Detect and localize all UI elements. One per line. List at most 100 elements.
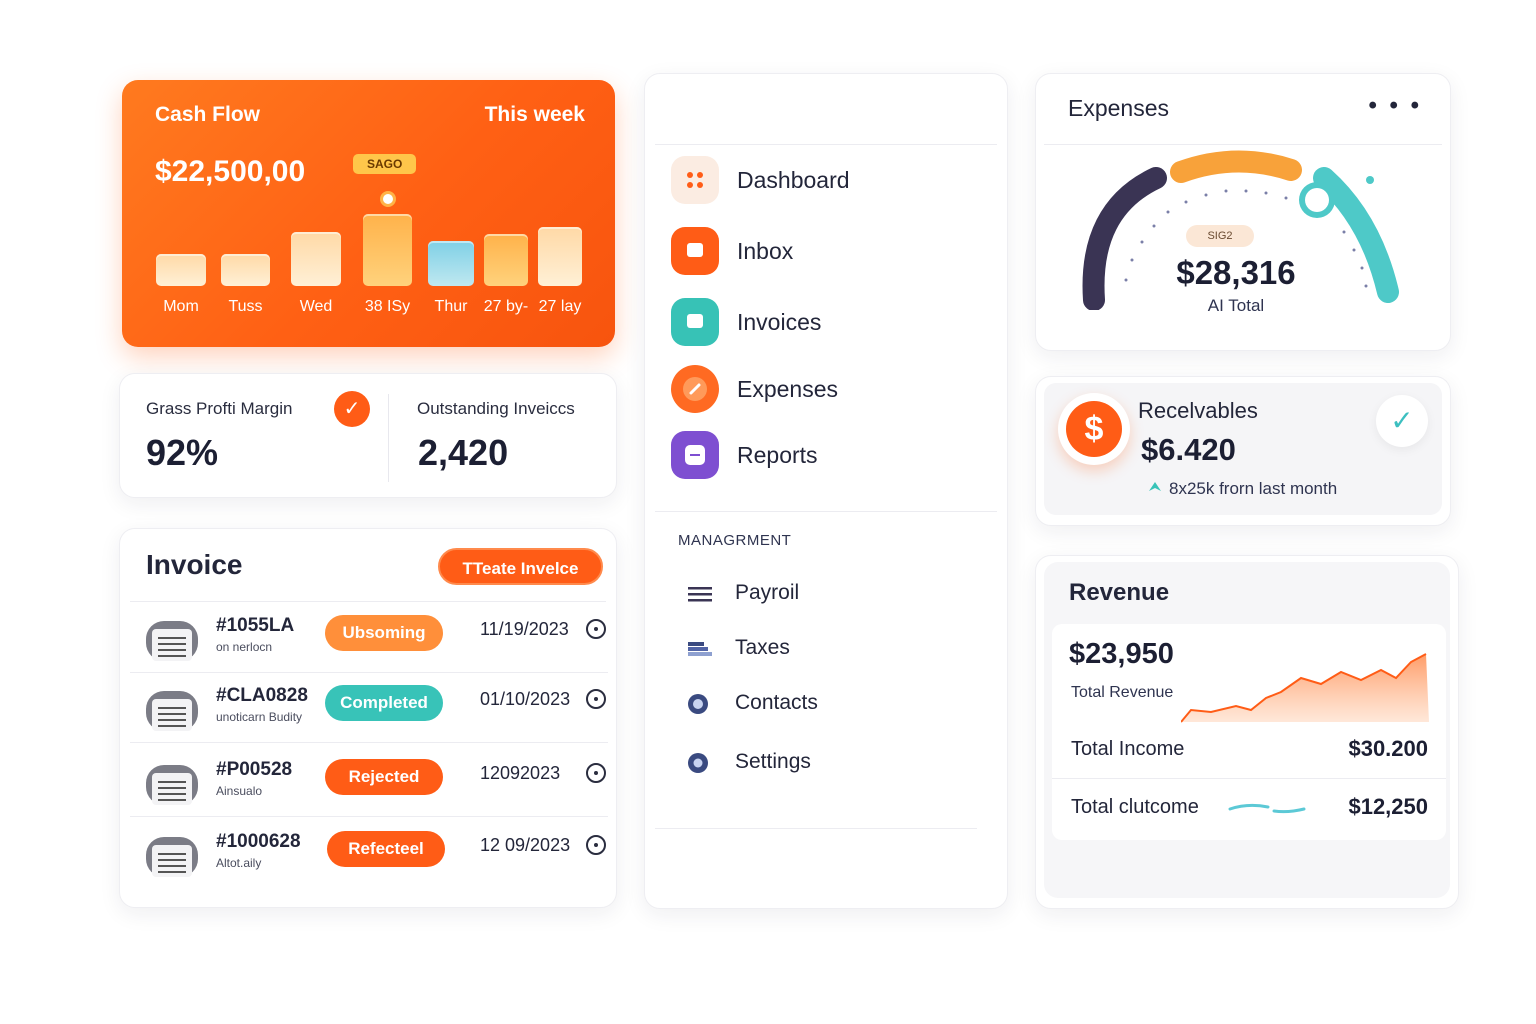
grid-icon [671,156,719,204]
expenses-card: Expenses • • • SIG2 $28,316 AI Total [1035,73,1451,351]
income-row: Total Income $30.200 [1052,721,1446,777]
income-label: Total Income [1071,738,1185,760]
nav-item-invoices[interactable]: Invoices [671,296,991,348]
section-heading: MANAGRMENT [678,532,792,549]
document-icon [146,621,198,661]
cash-flow-title: Cash Flow [155,103,261,126]
table-row[interactable]: #P00528 Ainsualo Rejected 12092023 [130,747,608,817]
chart-bar[interactable] [538,227,582,286]
nav-item-contacts[interactable]: Contacts [687,684,987,724]
nav-label: Reports [737,442,818,468]
expenses-value: $28,316 [1176,254,1296,291]
sidebar-nav: Dashboard Inbox Invoices Expenses Report… [644,73,1008,909]
invoice-client: Ainsualo [216,784,263,798]
margin-label: Grass Profti Margin [146,399,293,418]
receivables-title: Recelvables [1138,398,1258,423]
invoice-card: Invoice TTeate Invelce #1055LA on nerloc… [119,528,617,908]
inbox-icon [671,227,719,275]
table-row[interactable]: #CLA0828 unoticarn Budity Completed 01/1… [130,673,608,743]
nav-item-inbox[interactable]: Inbox [671,225,991,277]
status-badge: Completed [325,685,443,721]
cash-flow-amount: $22,500,00 [155,155,306,188]
clock-icon[interactable] [586,763,606,783]
contacts-icon [688,694,708,714]
expense-icon [671,365,719,413]
outstanding-value: 2,420 [418,432,509,473]
clock-icon[interactable] [586,835,606,855]
create-invoice-button[interactable]: TTeate Invelce [438,548,603,585]
bar-label: Wed [299,298,333,315]
trend-up-icon [1149,482,1161,491]
divider [655,511,997,512]
bar-label: 27 lay [538,298,582,315]
invoice-id: #P00528 [216,759,293,780]
status-badge: Rejected [325,759,443,795]
invoice-client: unoticarn Budity [216,710,303,724]
nav-item-dashboard[interactable]: Dashboard [671,154,991,206]
check-icon[interactable]: ✓ [1376,395,1428,447]
nav-item-taxes[interactable]: Taxes [687,629,987,669]
nav-item-expenses[interactable]: Expenses [671,363,991,415]
cash-flow-tooltip-tag: SAGO [353,154,417,174]
divider [655,144,997,145]
expenses-title: Expenses [1068,95,1170,121]
chart-bar[interactable] [156,254,206,286]
table-row[interactable]: #1055LA on nerlocn Ubsoming 11/19/2023 [130,603,608,673]
nav-label: Dashboard [737,167,850,193]
document-icon [146,837,198,877]
period-selector[interactable]: This week [485,103,585,127]
margin-value: 92% [146,432,219,473]
nav-item-settings[interactable]: Settings [687,743,987,783]
chart-bar[interactable] [221,254,270,286]
chart-bar[interactable] [484,234,528,286]
divider [388,394,389,482]
invoice-client: on nerlocn [216,640,273,654]
income-value: $30.200 [1348,736,1428,761]
check-icon: ✓ [334,391,370,427]
nav-label: Expenses [737,376,839,402]
revenue-amount-label: Total Revenue [1071,684,1174,701]
bar-label: Tuss [228,298,263,315]
invoice-id: #1000628 [216,831,301,852]
invoice-icon [671,298,719,346]
status-badge: Ubsoming [325,615,443,651]
invoice-date: 11/19/2023 [480,619,569,639]
receivables-trend: 8x25k frorn last month [1169,479,1338,498]
nav-label: Invoices [737,309,822,335]
status-badge: Refecteel [327,831,445,867]
invoice-title: Invoice [146,549,243,580]
nav-item-reports[interactable]: Reports [671,429,991,481]
revenue-title: Revenue [1069,579,1170,606]
nav-item-payroll[interactable]: Payroil [687,574,987,614]
metrics-card: Grass Profti Margin ✓ 92% Outstanding In… [119,373,617,498]
bar-label: 38 ISy [364,298,411,315]
table-row[interactable]: #1000628 Altot.aily Refecteel 12 09/2023 [130,819,608,889]
clock-icon[interactable] [586,689,606,709]
chart-marker-dot [380,191,396,207]
invoice-date: 01/10/2023 [480,689,571,709]
invoice-id: #1055LA [216,615,295,636]
invoice-date: 12092023 [480,763,561,783]
cash-flow-card: Cash Flow This week $22,500,00 SAGO Mom T… [122,80,615,347]
chart-bar[interactable] [291,232,341,286]
chart-bar[interactable] [428,241,474,286]
more-options-icon[interactable]: • • • [1368,92,1422,120]
document-icon [146,691,198,731]
dollar-icon: $ [1058,393,1130,465]
stack-icon [688,642,712,656]
menu-lines-icon [688,587,712,602]
chart-bar[interactable] [363,214,412,286]
nav-label: Taxes [735,636,790,659]
invoice-id: #CLA0828 [216,685,308,706]
nav-label: Contacts [735,691,818,714]
nav-label: Payroil [735,581,800,604]
receivables-value: $6.420 [1141,432,1236,467]
divider [655,828,977,829]
nav-label: Inbox [737,238,794,264]
clock-icon[interactable] [586,619,606,639]
outcome-sparkline [1228,803,1306,814]
outstanding-label: Outstanding Inveiccs [417,399,575,418]
invoice-client: Altot.aily [216,856,262,870]
outcome-row: Total clutcome $12,250 [1052,778,1446,834]
bar-label: Mom [163,298,199,315]
